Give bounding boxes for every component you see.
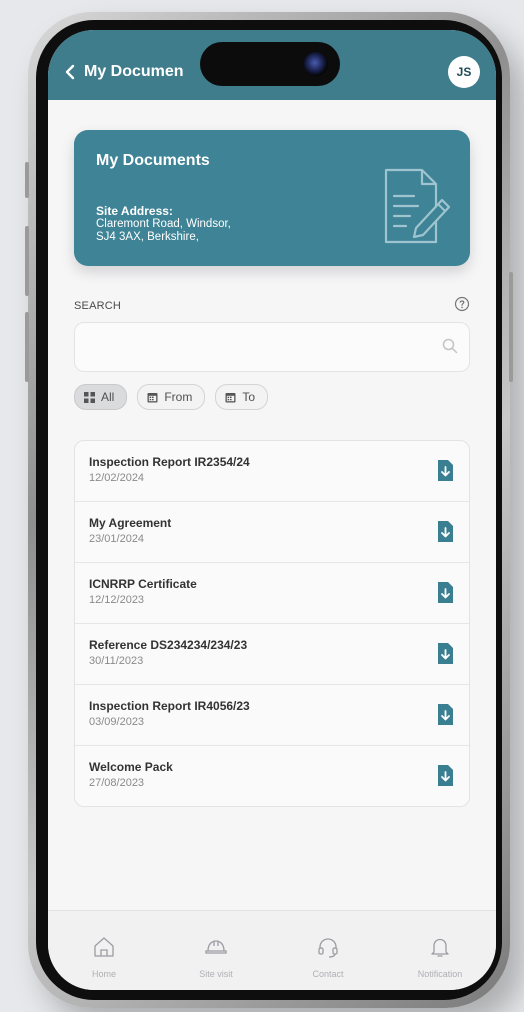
search-input[interactable]	[87, 333, 421, 361]
document-row[interactable]: ICNRRP Certificate 12/12/2023	[75, 563, 469, 624]
document-date: 23/01/2024	[89, 533, 145, 545]
filter-chip-from[interactable]: From	[137, 384, 206, 410]
nav-item-site-visit[interactable]: Site visit	[160, 911, 272, 990]
hard-hat-icon	[205, 940, 227, 954]
document-date: 30/11/2023	[89, 655, 144, 667]
calendar-icon	[147, 392, 158, 402]
document-row[interactable]: Inspection Report IR2354/24 12/02/2024	[75, 441, 469, 502]
document-date: 12/12/2023	[89, 594, 145, 606]
download-icon[interactable]	[435, 764, 455, 788]
bottom-nav: Home Site visit Contact Notification	[48, 910, 496, 990]
filter-chips: All From To	[74, 384, 269, 410]
download-icon[interactable]	[435, 459, 455, 483]
nav-item-contact[interactable]: Contact	[272, 911, 384, 990]
hero-title: My Documents	[96, 152, 210, 169]
document-list: Inspection Report IR2354/24 12/02/2024 M…	[74, 440, 470, 807]
back-button[interactable]: My Documen	[60, 62, 184, 82]
search-label: SEARCH	[74, 300, 122, 312]
filter-chip-label: All	[101, 390, 115, 404]
address-line-1: Claremont Road, Windsor,	[96, 218, 231, 230]
download-icon[interactable]	[435, 642, 455, 666]
site-address-label: Site Address:	[96, 204, 173, 218]
nav-item-notification[interactable]: Notification	[384, 911, 496, 990]
grid-icon	[84, 391, 95, 403]
document-row[interactable]: Welcome Pack 27/08/2023	[75, 746, 469, 806]
power-button	[509, 272, 513, 382]
document-date: 27/08/2023	[89, 777, 145, 789]
nav-label-home: Home	[91, 969, 116, 979]
volume-up-button	[25, 226, 29, 296]
download-icon[interactable]	[435, 703, 455, 727]
avatar[interactable]: JS	[448, 56, 480, 88]
help-icon[interactable]	[454, 296, 470, 312]
page-title: My Documen	[84, 63, 184, 80]
calendar-icon	[225, 392, 236, 402]
download-icon[interactable]	[435, 520, 455, 544]
home-icon	[94, 937, 114, 957]
document-title: Reference DS234234/234/23	[89, 638, 248, 652]
nav-item-home[interactable]: Home	[48, 911, 160, 990]
silent-switch	[25, 162, 29, 198]
headset-icon	[318, 938, 338, 958]
filter-chip-label: To	[242, 390, 256, 404]
camera-lens	[304, 52, 328, 76]
document-row[interactable]: My Agreement 23/01/2024	[75, 502, 469, 563]
document-row[interactable]: Inspection Report IR4056/23 03/09/2023	[75, 685, 469, 746]
download-icon[interactable]	[435, 581, 455, 605]
app-screen: My Documen JS My Documents Site Address:…	[48, 30, 496, 990]
nav-label-notification: Notification	[417, 969, 463, 979]
document-date: 12/02/2024	[89, 472, 145, 484]
address-line-2: SJ4 3AX, Berkshire,	[96, 231, 199, 243]
dynamic-island	[200, 42, 340, 86]
site-address-value: Claremont Road, Windsor, SJ4 3AX, Berksh…	[96, 218, 296, 244]
documents-hero-card: My Documents Site Address: Claremont Roa…	[74, 130, 470, 266]
filter-chip-label: From	[164, 390, 193, 404]
document-row[interactable]: Reference DS234234/234/23 30/11/2023	[75, 624, 469, 685]
search-field[interactable]	[74, 322, 470, 372]
chevron-left-icon	[65, 64, 75, 80]
nav-label-contact: Contact	[312, 969, 344, 979]
document-title: My Agreement	[89, 516, 172, 530]
document-title: Inspection Report IR4056/23	[89, 699, 250, 713]
bell-icon	[431, 938, 449, 957]
filter-chip-all[interactable]: All	[74, 384, 128, 410]
document-title: Inspection Report IR2354/24	[89, 455, 250, 469]
filter-chip-to[interactable]: To	[215, 384, 269, 410]
document-pen-icon	[384, 168, 451, 244]
document-title: Welcome Pack	[89, 760, 173, 774]
document-title: ICNRRP Certificate	[89, 577, 197, 591]
document-date: 03/09/2023	[89, 716, 145, 728]
nav-label-site-visit: Site visit	[199, 969, 233, 979]
search-icon[interactable]	[441, 337, 459, 355]
volume-down-button	[25, 312, 29, 382]
